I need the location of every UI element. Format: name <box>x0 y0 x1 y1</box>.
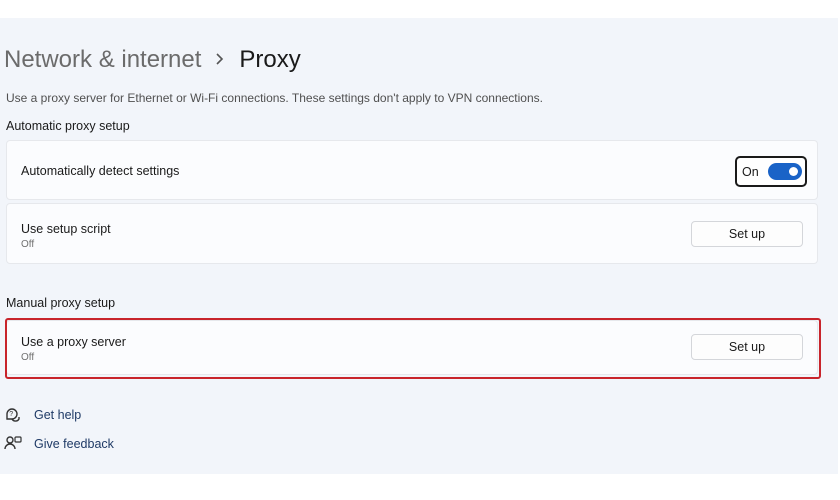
give-feedback-label: Give feedback <box>34 436 114 451</box>
setting-title: Use a proxy server <box>21 335 126 349</box>
setup-script-button[interactable]: Set up <box>691 221 803 247</box>
get-help-label: Get help <box>34 407 82 422</box>
section-title-automatic: Automatic proxy setup <box>6 119 130 133</box>
setting-card-auto-detect: Automatically detect settings On <box>6 140 818 200</box>
setting-title: Use setup script <box>21 222 111 236</box>
breadcrumb-parent-link[interactable]: Network & internet <box>4 46 201 74</box>
chevron-right-icon <box>215 50 225 71</box>
settings-page: Network & internet Proxy Use a proxy ser… <box>0 18 838 474</box>
auto-detect-toggle[interactable] <box>768 163 802 180</box>
feedback-icon <box>4 435 22 452</box>
setting-card-proxy-server: Use a proxy server Off Set up <box>6 320 818 375</box>
auto-detect-toggle-wrapper[interactable]: On <box>735 156 807 187</box>
breadcrumb: Network & internet Proxy <box>4 44 301 76</box>
setting-status: Off <box>21 352 35 363</box>
toggle-state-label: On <box>742 164 759 179</box>
help-icon: ? <box>4 406 22 423</box>
toggle-knob <box>789 167 798 176</box>
page-description: Use a proxy server for Ethernet or Wi-Fi… <box>6 91 543 105</box>
section-title-manual: Manual proxy setup <box>6 296 116 310</box>
get-help-link[interactable]: ? Get help <box>4 406 81 423</box>
setting-card-setup-script: Use setup script Off Set up <box>6 203 818 264</box>
proxy-server-setup-button[interactable]: Set up <box>691 334 803 360</box>
give-feedback-link[interactable]: Give feedback <box>4 435 114 452</box>
window: Network & internet Proxy Use a proxy ser… <box>0 0 840 500</box>
setting-title: Automatically detect settings <box>21 164 180 178</box>
svg-text:?: ? <box>9 411 13 418</box>
setting-status: Off <box>21 239 35 250</box>
page-title: Proxy <box>239 46 301 73</box>
